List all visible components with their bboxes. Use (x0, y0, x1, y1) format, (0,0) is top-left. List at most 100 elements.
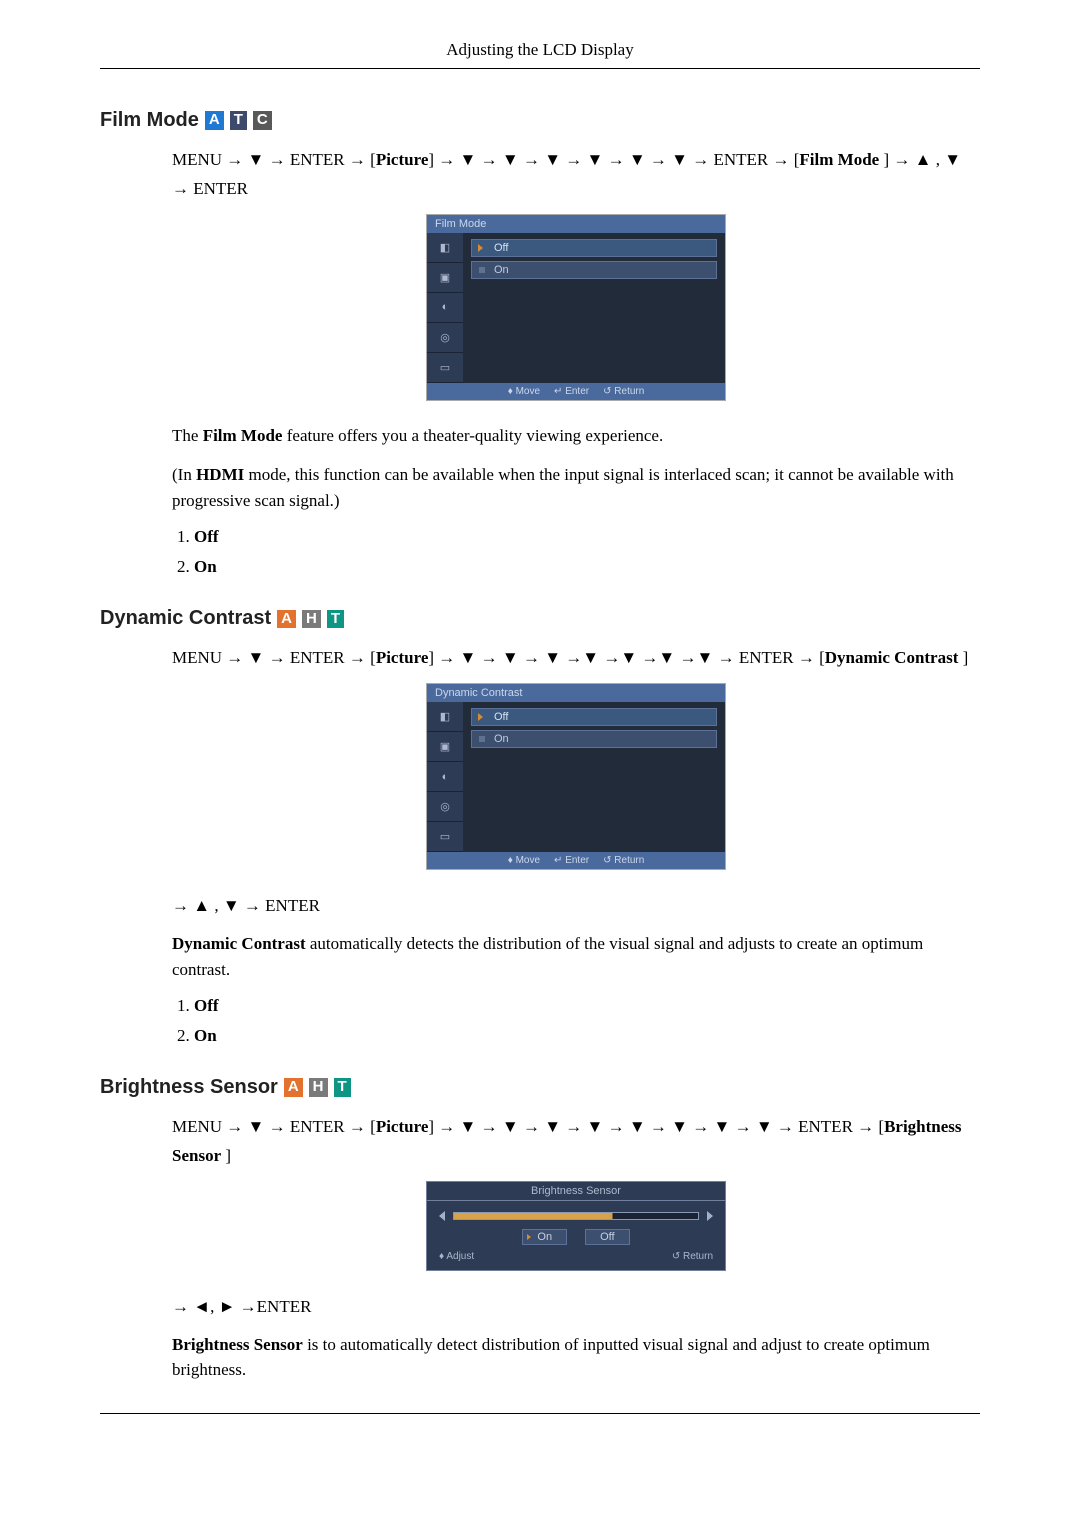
film-nav-b2: Film Mode (799, 150, 879, 169)
page-header: Adjusting the LCD Display (100, 40, 980, 69)
sidebar-icon-1: ◧ (427, 233, 463, 263)
bri-osd-off[interactable]: Off (585, 1229, 629, 1245)
film-osd-sidebar: ◧ ▣ ◐ ◎ ▭ (427, 233, 463, 383)
bri-nav-b1: Picture (376, 1117, 429, 1136)
dyn-nav-b2: Dynamic Contrast (825, 648, 959, 667)
badge-a3-icon: A (284, 1078, 303, 1097)
film-opt-2-b: On (194, 557, 217, 576)
dyn-nav-b1: Picture (376, 648, 429, 667)
dyn-footer-return-icon: ↺ Return (603, 855, 644, 866)
bri-osd-slider-row (439, 1211, 713, 1221)
bri-footer-adjust: Adjust (446, 1251, 474, 1262)
dyn-osd-main: Off On (463, 702, 725, 852)
osd-footer-return: Return (614, 386, 644, 397)
film-title-text: Film Mode (100, 109, 199, 132)
film-osd-row-off[interactable]: Off (471, 239, 717, 257)
dyn-options-list: Off On (194, 996, 980, 1046)
bri-nav-pre: MENU → ▼ → ENTER → [ (172, 1117, 376, 1136)
dyn-footer-move: Move (516, 855, 540, 866)
film-osd-footer: ♦ Move ↵ Enter ↺ Return (427, 383, 725, 400)
bri-osd-return: ↺ Return (672, 1251, 713, 1262)
slider-left-icon[interactable] (439, 1211, 445, 1221)
sidebar-icon-d2: ▣ (427, 732, 463, 762)
badge-a-icon: A (205, 111, 224, 130)
slider-right-icon[interactable] (707, 1211, 713, 1221)
film-desc: The Film Mode feature offers you a theat… (172, 423, 980, 449)
film-desc-b: Film Mode (203, 426, 283, 445)
film-hdmi-b: HDMI (196, 465, 244, 484)
sidebar-icon-4: ◎ (427, 323, 463, 353)
film-osd: Film Mode ◧ ▣ ◐ ◎ ▭ Off On ♦ Move ↵ Ente… (426, 214, 726, 401)
sidebar-icon-d3: ◐ (427, 762, 463, 792)
film-hdmi-pre: (In (172, 465, 196, 484)
sidebar-icon-3: ◐ (427, 293, 463, 323)
film-desc-pre: The (172, 426, 203, 445)
sidebar-icon-5: ▭ (427, 353, 463, 383)
dyn-opt-2-b: On (194, 1026, 217, 1045)
section-title-film: Film Mode A T C (100, 109, 980, 132)
film-nav-mid: ] → ▼ → ▼ → ▼ → ▼ → ▼ → ▼ → ENTER → [ (428, 150, 799, 169)
badge-t2-icon: T (327, 610, 344, 629)
film-options-list: Off On (194, 527, 980, 577)
dyn-osd-wrap: Dynamic Contrast ◧ ▣ ◐ ◎ ▭ Off On ♦ Move… (172, 683, 980, 870)
bri-footer-return: Return (683, 1251, 713, 1262)
dyn-footer-return: Return (614, 855, 644, 866)
badge-a2-icon: A (277, 610, 296, 629)
bri-osd-slider[interactable] (453, 1212, 699, 1220)
film-hdmi-note: (In HDMI mode, this function can be avai… (172, 462, 980, 513)
film-opt-1-b: Off (194, 527, 219, 546)
bri-nav-2: → ◄, ► →ENTER (172, 1293, 980, 1322)
bri-osd-footer: ♦ Adjust ↺ Return (439, 1251, 713, 1262)
bri-title-text: Brightness Sensor (100, 1076, 278, 1099)
osd-footer-move-icon: ♦ Move (508, 386, 540, 397)
section-title-brightness: Brightness Sensor A H T (100, 1076, 980, 1099)
dyn-osd-footer: ♦ Move ↵ Enter ↺ Return (427, 852, 725, 869)
dyn-opt-1: Off (194, 996, 980, 1016)
badge-h2-icon: H (309, 1078, 328, 1097)
osd-footer-enter: Enter (565, 386, 589, 397)
dyn-nav-mid: ] → ▼ → ▼ → ▼ →▼ →▼ →▼ →▼ → ENTER → [ (428, 648, 824, 667)
bri-osd-on[interactable]: On (522, 1229, 567, 1245)
sidebar-icon-d5: ▭ (427, 822, 463, 852)
film-nav-path: MENU → ▼ → ENTER → [Picture] → ▼ → ▼ → ▼… (172, 146, 980, 204)
bri-osd-adjust: ♦ Adjust (439, 1251, 474, 1262)
osd-footer-move: Move (516, 386, 540, 397)
badge-h-icon: H (302, 610, 321, 629)
bri-osd: Brightness Sensor On Off ♦ Adjust ↺ Retu… (426, 1181, 726, 1271)
badge-t-icon: T (230, 111, 247, 130)
dyn-osd-sidebar: ◧ ▣ ◐ ◎ ▭ (427, 702, 463, 852)
bri-desc: Brightness Sensor is to automatically de… (172, 1332, 980, 1383)
dyn-osd: Dynamic Contrast ◧ ▣ ◐ ◎ ▭ Off On ♦ Move… (426, 683, 726, 870)
dyn-nav-pre: MENU → ▼ → ENTER → [ (172, 648, 376, 667)
section-title-dynamic: Dynamic Contrast A H T (100, 607, 980, 630)
bri-osd-wrap: Brightness Sensor On Off ♦ Adjust ↺ Retu… (172, 1181, 980, 1271)
film-osd-title: Film Mode (427, 215, 725, 233)
film-osd-row-on[interactable]: On (471, 261, 717, 279)
bri-osd-body: On Off ♦ Adjust ↺ Return (426, 1200, 726, 1271)
dyn-osd-row-off[interactable]: Off (471, 708, 717, 726)
page-footer-rule (100, 1413, 980, 1414)
film-nav-pre: MENU → ▼ → ENTER → [ (172, 150, 376, 169)
film-opt-2: On (194, 557, 980, 577)
bri-nav-path: MENU → ▼ → ENTER → [Picture] → ▼ → ▼ → ▼… (172, 1113, 980, 1171)
bri-desc-b: Brightness Sensor (172, 1335, 303, 1354)
dyn-desc: Dynamic Contrast automatically detects t… (172, 931, 980, 982)
dyn-opt-2: On (194, 1026, 980, 1046)
bri-osd-pills: On Off (439, 1229, 713, 1245)
dyn-nav-path: MENU → ▼ → ENTER → [Picture] → ▼ → ▼ → ▼… (172, 644, 980, 673)
film-osd-main: Off On (463, 233, 725, 383)
sidebar-icon-2: ▣ (427, 263, 463, 293)
film-osd-wrap: Film Mode ◧ ▣ ◐ ◎ ▭ Off On ♦ Move ↵ Ente… (172, 214, 980, 401)
bri-nav-post: ] (221, 1146, 231, 1165)
osd-footer-enter-icon: ↵ Enter (554, 386, 589, 397)
osd-footer-return-icon: ↺ Return (603, 386, 644, 397)
dyn-content: MENU → ▼ → ENTER → [Picture] → ▼ → ▼ → ▼… (172, 644, 980, 1046)
badge-t3-icon: T (334, 1078, 351, 1097)
dyn-nav-2: → ▲ , ▼ → ENTER (172, 892, 980, 921)
dyn-opt-1-b: Off (194, 996, 219, 1015)
dyn-nav-post: ] (958, 648, 968, 667)
dyn-desc-b: Dynamic Contrast (172, 934, 306, 953)
dyn-osd-row-on[interactable]: On (471, 730, 717, 748)
bri-nav-mid: ] → ▼ → ▼ → ▼ → ▼ → ▼ → ▼ → ▼ → ▼ → ENTE… (428, 1117, 884, 1136)
dyn-footer-enter-icon: ↵ Enter (554, 855, 589, 866)
